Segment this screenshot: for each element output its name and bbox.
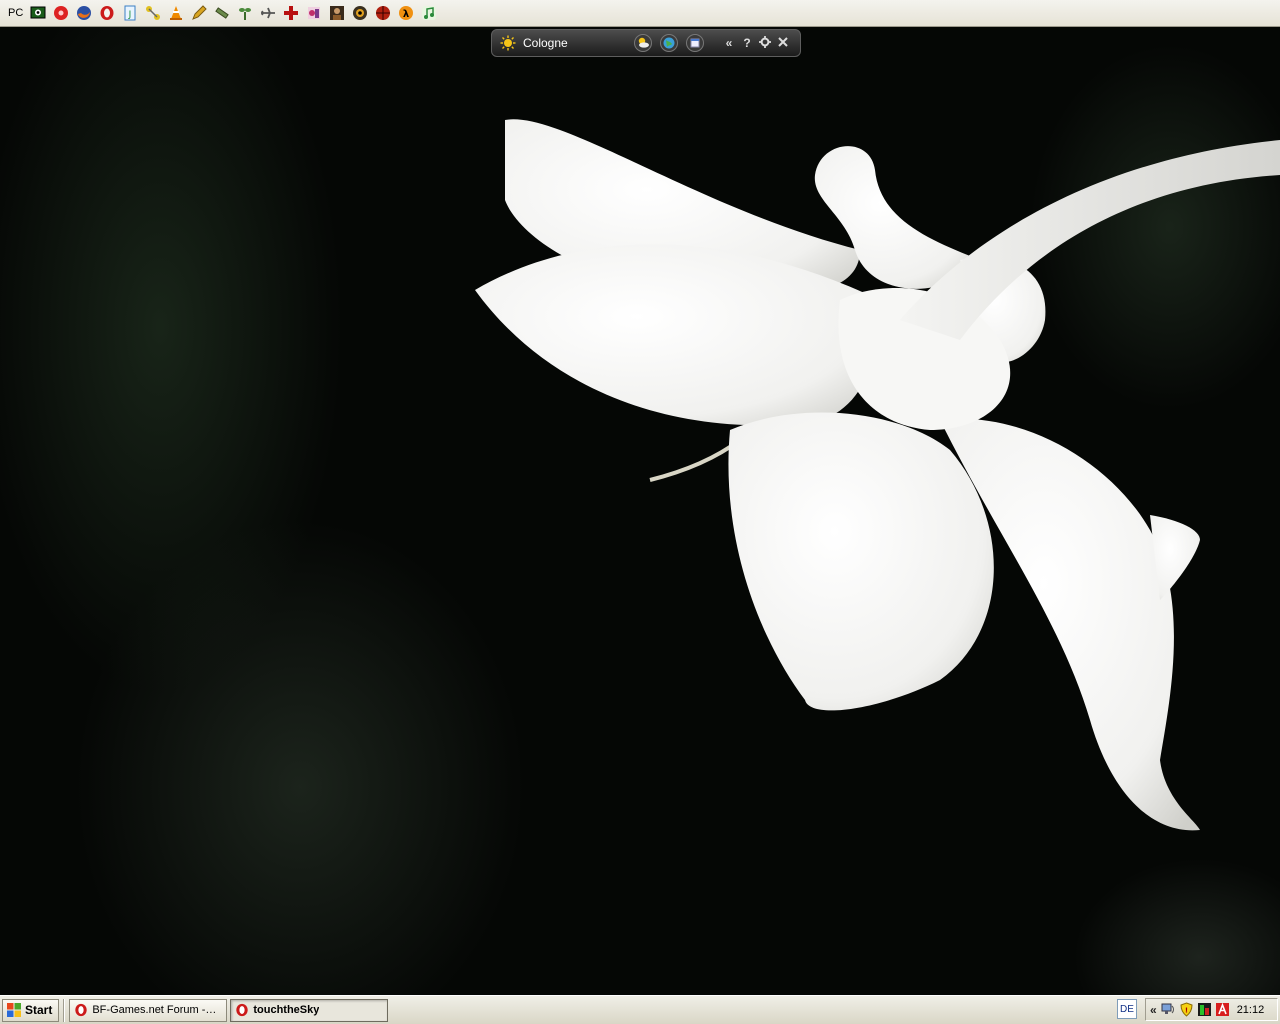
- start-label: Start: [25, 1003, 53, 1017]
- document-j-icon[interactable]: J: [121, 4, 139, 22]
- red-cross-icon[interactable]: [282, 4, 300, 22]
- firefox-icon[interactable]: [75, 4, 93, 22]
- red-disc-icon[interactable]: [52, 4, 70, 22]
- windows-logo-icon: [7, 1003, 21, 1017]
- security-shield-icon[interactable]: !: [1179, 1002, 1195, 1018]
- pencil-icon[interactable]: [190, 4, 208, 22]
- antivirus-icon[interactable]: [1215, 1002, 1231, 1018]
- opera-icon[interactable]: [98, 4, 116, 22]
- desktop-wallpaper: [0, 27, 1280, 995]
- language-indicator[interactable]: DE: [1117, 999, 1137, 1019]
- svg-text:λ: λ: [403, 9, 410, 20]
- monitor-eye-icon[interactable]: [29, 4, 47, 22]
- collapse-button[interactable]: «: [721, 36, 737, 50]
- system-tray: « ! 21:12: [1145, 998, 1278, 1021]
- toolbar-pc-label: PC: [8, 7, 24, 19]
- taskbar: Start BF-Games.net Forum -> ... touchthe…: [0, 995, 1280, 1024]
- task-label: BF-Games.net Forum -> ...: [92, 1004, 223, 1016]
- sun-icon: [500, 35, 516, 51]
- music-note-icon[interactable]: [420, 4, 438, 22]
- network-icon[interactable]: [144, 4, 162, 22]
- taskbar-task-forum[interactable]: BF-Games.net Forum -> ...: [69, 998, 228, 1022]
- globe-button[interactable]: [659, 33, 679, 53]
- clock[interactable]: 21:12: [1237, 1004, 1265, 1016]
- opera-icon: [236, 1003, 249, 1017]
- help-button[interactable]: ?: [739, 36, 755, 50]
- task-label: touchtheSky: [253, 1004, 320, 1016]
- settings-gear-icon[interactable]: [757, 35, 773, 51]
- forecast-button[interactable]: [633, 33, 653, 53]
- vlc-cone-icon[interactable]: [167, 4, 185, 22]
- weather-city-name: Cologne: [523, 36, 568, 50]
- plant-icon[interactable]: [236, 4, 254, 22]
- opera-icon: [75, 1003, 88, 1017]
- network-monitor-icon[interactable]: [1161, 1002, 1177, 1018]
- quick-launch-toolbar: PC J λ: [0, 0, 1280, 27]
- taskbar-task-touchthesky[interactable]: touchtheSky: [230, 998, 389, 1022]
- svg-text:!: !: [1185, 1007, 1188, 1015]
- portrait-icon[interactable]: [328, 4, 346, 22]
- start-button[interactable]: Start: [2, 998, 60, 1022]
- red-ball-icon[interactable]: [374, 4, 392, 22]
- weather-gadget[interactable]: Cologne « ?: [491, 29, 801, 57]
- airplane-icon[interactable]: [259, 4, 277, 22]
- eye-disc-icon[interactable]: [351, 4, 369, 22]
- white-flower-image: [475, 119, 1280, 831]
- wrench-icon[interactable]: [213, 4, 231, 22]
- calendar-button[interactable]: [685, 33, 705, 53]
- half-life-icon[interactable]: λ: [397, 4, 415, 22]
- close-icon[interactable]: [775, 36, 791, 51]
- taskbar-separator: [63, 998, 66, 1022]
- bar-meter-icon[interactable]: [1197, 1002, 1213, 1018]
- tray-expand-button[interactable]: «: [1150, 1003, 1157, 1017]
- svg-text:J: J: [128, 10, 132, 20]
- paint-icon[interactable]: [305, 4, 323, 22]
